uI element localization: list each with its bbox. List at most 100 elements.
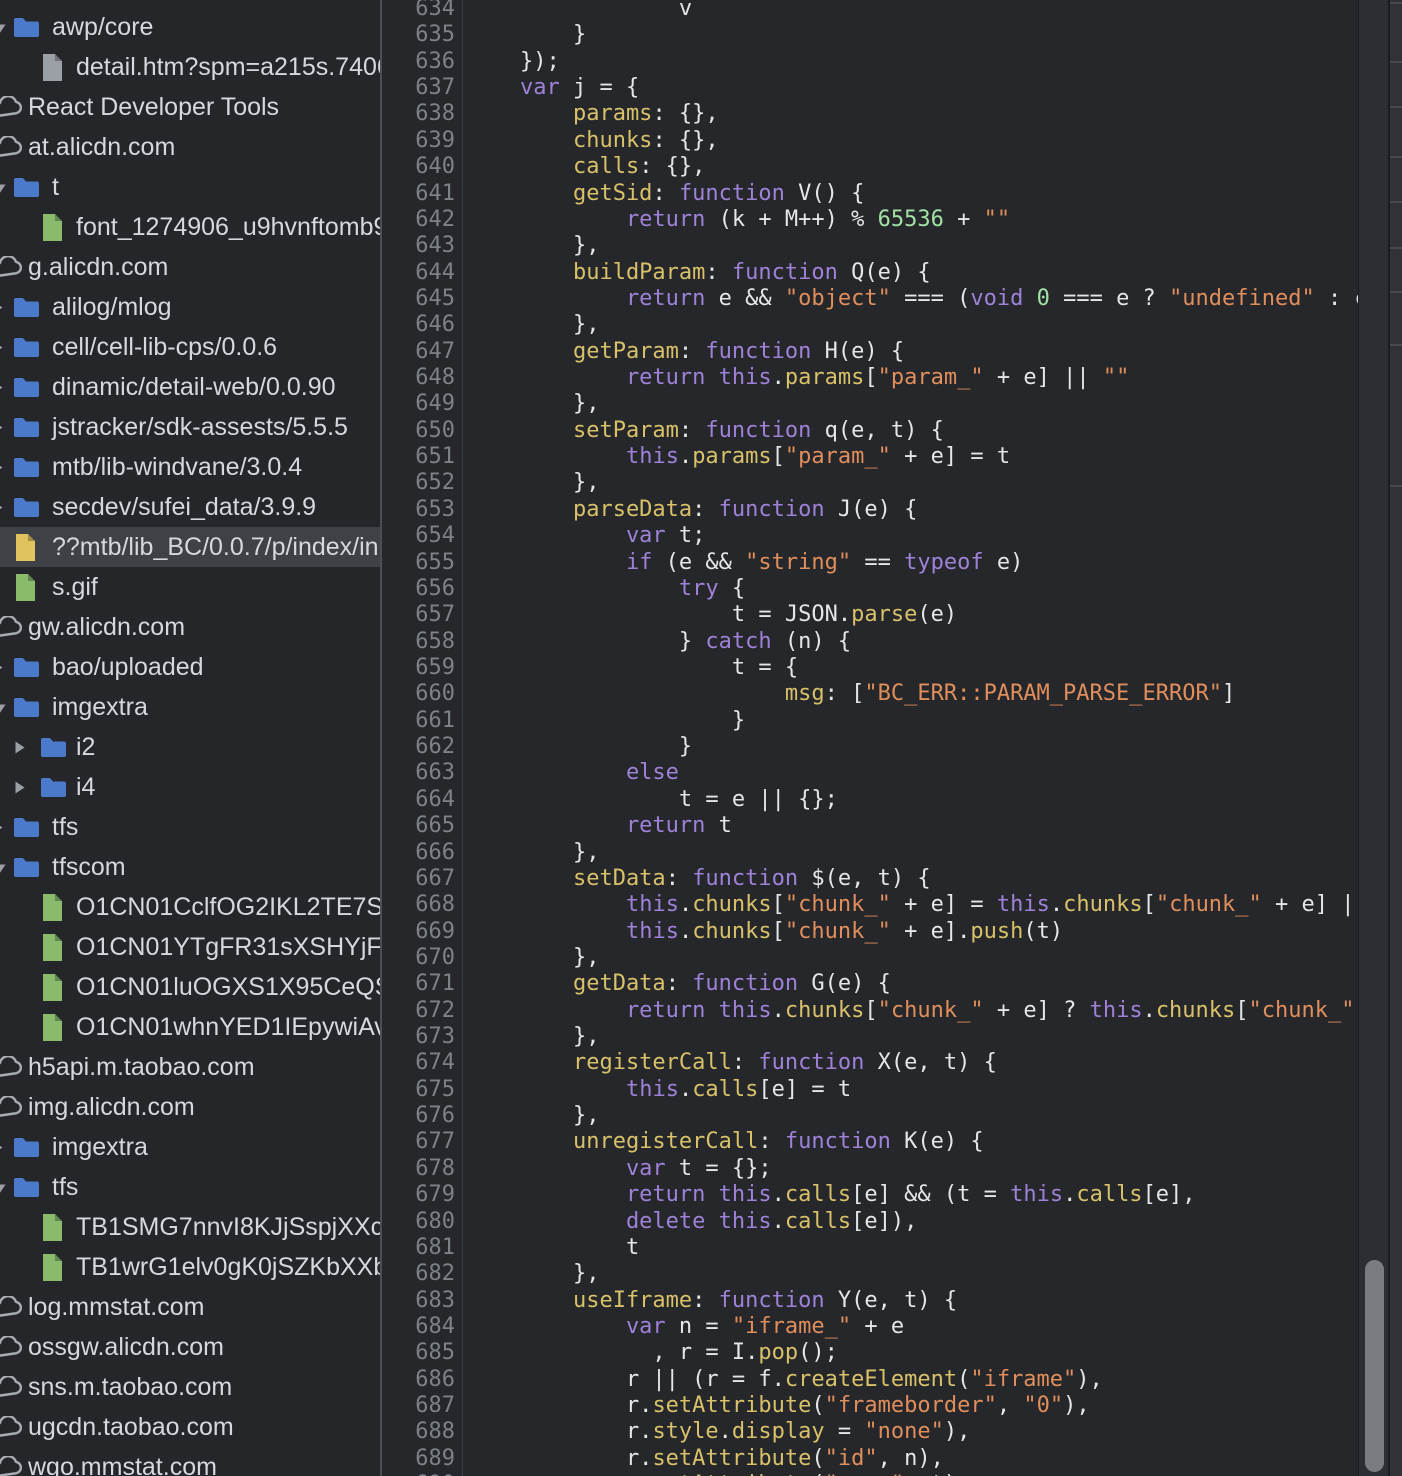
tree-row[interactable]: O1CN01YTgFR31sXSHYjFm <box>0 927 380 967</box>
line-number[interactable]: 662 <box>382 734 463 760</box>
disclosure-arrow-icon[interactable] <box>0 22 7 40</box>
line-number[interactable]: 683 <box>382 1288 463 1314</box>
tree-row[interactable]: detail.htm?spm=a215s.7406 <box>0 47 380 87</box>
tree-row[interactable]: mtb/lib-windvane/3.0.4 <box>0 447 380 487</box>
line-number[interactable]: 674 <box>382 1050 463 1076</box>
disclosure-arrow-icon[interactable] <box>0 702 7 720</box>
disclosure-arrow-icon[interactable] <box>0 820 4 840</box>
line-number[interactable]: 654 <box>382 523 463 549</box>
line-number[interactable]: 664 <box>382 787 463 813</box>
tree-row[interactable]: tfs <box>0 1167 380 1207</box>
disclosure-arrow-icon[interactable] <box>0 182 7 200</box>
line-number[interactable]: 687 <box>382 1393 463 1419</box>
disclosure-arrow-icon[interactable] <box>14 740 26 760</box>
line-number[interactable]: 666 <box>382 840 463 866</box>
line-number[interactable]: 679 <box>382 1182 463 1208</box>
line-number[interactable]: 637 <box>382 75 463 101</box>
disclosure-arrow-icon[interactable] <box>0 340 4 360</box>
line-number[interactable]: 652 <box>382 470 463 496</box>
tree-row[interactable]: tfscom <box>0 847 380 887</box>
line-number[interactable]: 663 <box>382 760 463 786</box>
line-number[interactable]: 673 <box>382 1024 463 1050</box>
line-number[interactable]: 659 <box>382 655 463 681</box>
line-number[interactable]: 643 <box>382 233 463 259</box>
line-number[interactable]: 667 <box>382 866 463 892</box>
tree-row[interactable]: jstracker/sdk-assests/5.5.5 <box>0 407 380 447</box>
tree-row[interactable]: secdev/sufei_data/3.9.9 <box>0 487 380 527</box>
line-number[interactable]: 682 <box>382 1261 463 1287</box>
line-number[interactable]: 644 <box>382 260 463 286</box>
line-number[interactable]: 647 <box>382 339 463 365</box>
line-number[interactable]: 671 <box>382 971 463 997</box>
tree-row[interactable]: font_1274906_u9hvnftomb9 <box>0 207 380 247</box>
tree-row[interactable]: O1CN01CclfOG2IKL2TE7Su <box>0 887 380 927</box>
tree-row[interactable]: img.alicdn.com <box>0 1087 380 1127</box>
tree-row[interactable]: t <box>0 167 380 207</box>
tree-row[interactable]: i4 <box>0 767 380 807</box>
line-number[interactable]: 655 <box>382 550 463 576</box>
disclosure-arrow-icon[interactable] <box>14 780 26 800</box>
disclosure-arrow-icon[interactable] <box>0 660 4 680</box>
line-number[interactable]: 686 <box>382 1367 463 1393</box>
tree-row[interactable]: h5api.m.taobao.com <box>0 1047 380 1087</box>
disclosure-arrow-icon[interactable] <box>0 380 4 400</box>
tree-row[interactable]: O1CN01whnYED1IEpywiAvH <box>0 1007 380 1047</box>
disclosure-arrow-icon[interactable] <box>0 1182 7 1200</box>
tree-row[interactable]: s.gif <box>0 567 380 607</box>
tree-row[interactable]: O1CN01luOGXS1X95CeQSI <box>0 967 380 1007</box>
tree-row[interactable]: imgextra <box>0 687 380 727</box>
tree-row[interactable]: TB1wrG1elv0gK0jSZKbXXbl <box>0 1247 380 1287</box>
code-editor[interactable]: 634 v635 }636 });637 var j = {638 params… <box>382 0 1358 1476</box>
line-number[interactable]: 661 <box>382 708 463 734</box>
tree-row[interactable]: sns.m.taobao.com <box>0 1367 380 1407</box>
disclosure-arrow-icon[interactable] <box>0 1140 4 1160</box>
line-number[interactable]: 638 <box>382 101 463 127</box>
line-number[interactable]: 677 <box>382 1129 463 1155</box>
tree-row[interactable]: alilog/mlog <box>0 287 380 327</box>
editor-scrollbar-track[interactable] <box>1358 0 1389 1476</box>
line-number[interactable]: 657 <box>382 602 463 628</box>
line-number[interactable]: 658 <box>382 629 463 655</box>
line-number[interactable]: 636 <box>382 49 463 75</box>
line-number[interactable]: 640 <box>382 154 463 180</box>
line-number[interactable]: 665 <box>382 813 463 839</box>
line-number[interactable]: 690 <box>382 1472 463 1476</box>
tree-row[interactable]: i2 <box>0 727 380 767</box>
line-number[interactable]: 660 <box>382 681 463 707</box>
line-number[interactable]: 648 <box>382 365 463 391</box>
line-number[interactable]: 676 <box>382 1103 463 1129</box>
disclosure-arrow-icon[interactable] <box>0 300 4 320</box>
line-number[interactable]: 650 <box>382 418 463 444</box>
disclosure-arrow-icon[interactable] <box>0 460 4 480</box>
tree-row[interactable]: tfs <box>0 807 380 847</box>
tree-row[interactable]: ossgw.alicdn.com <box>0 1327 380 1367</box>
line-number[interactable]: 634 <box>382 0 463 22</box>
line-number[interactable]: 689 <box>382 1446 463 1472</box>
tree-row[interactable]: ??mtb/lib_BC/0.0.7/p/index/in <box>0 527 380 567</box>
line-number[interactable]: 651 <box>382 444 463 470</box>
line-number[interactable]: 641 <box>382 181 463 207</box>
disclosure-arrow-icon[interactable] <box>0 862 7 880</box>
line-number[interactable]: 656 <box>382 576 463 602</box>
tree-row[interactable]: wgo.mmstat.com <box>0 1447 380 1476</box>
disclosure-arrow-icon[interactable] <box>0 420 4 440</box>
tree-row[interactable]: TB1SMG7nnvI8KJjSspjXXcg <box>0 1207 380 1247</box>
line-number[interactable]: 639 <box>382 128 463 154</box>
line-number[interactable]: 675 <box>382 1077 463 1103</box>
tree-row[interactable]: log.mmstat.com <box>0 1287 380 1327</box>
line-number[interactable]: 688 <box>382 1419 463 1445</box>
line-number[interactable]: 685 <box>382 1340 463 1366</box>
tree-row[interactable]: g.alicdn.com <box>0 247 380 287</box>
line-number[interactable]: 684 <box>382 1314 463 1340</box>
line-number[interactable]: 672 <box>382 998 463 1024</box>
line-number[interactable]: 668 <box>382 892 463 918</box>
line-number[interactable]: 635 <box>382 22 463 48</box>
line-number[interactable]: 678 <box>382 1156 463 1182</box>
editor-scrollbar-thumb[interactable] <box>1365 1260 1384 1472</box>
line-number[interactable]: 645 <box>382 286 463 312</box>
tree-row[interactable]: awp/core <box>0 7 380 47</box>
line-number[interactable]: 646 <box>382 312 463 338</box>
line-number[interactable]: 642 <box>382 207 463 233</box>
line-number[interactable]: 653 <box>382 497 463 523</box>
tree-row[interactable]: dinamic/detail-web/0.0.90 <box>0 367 380 407</box>
